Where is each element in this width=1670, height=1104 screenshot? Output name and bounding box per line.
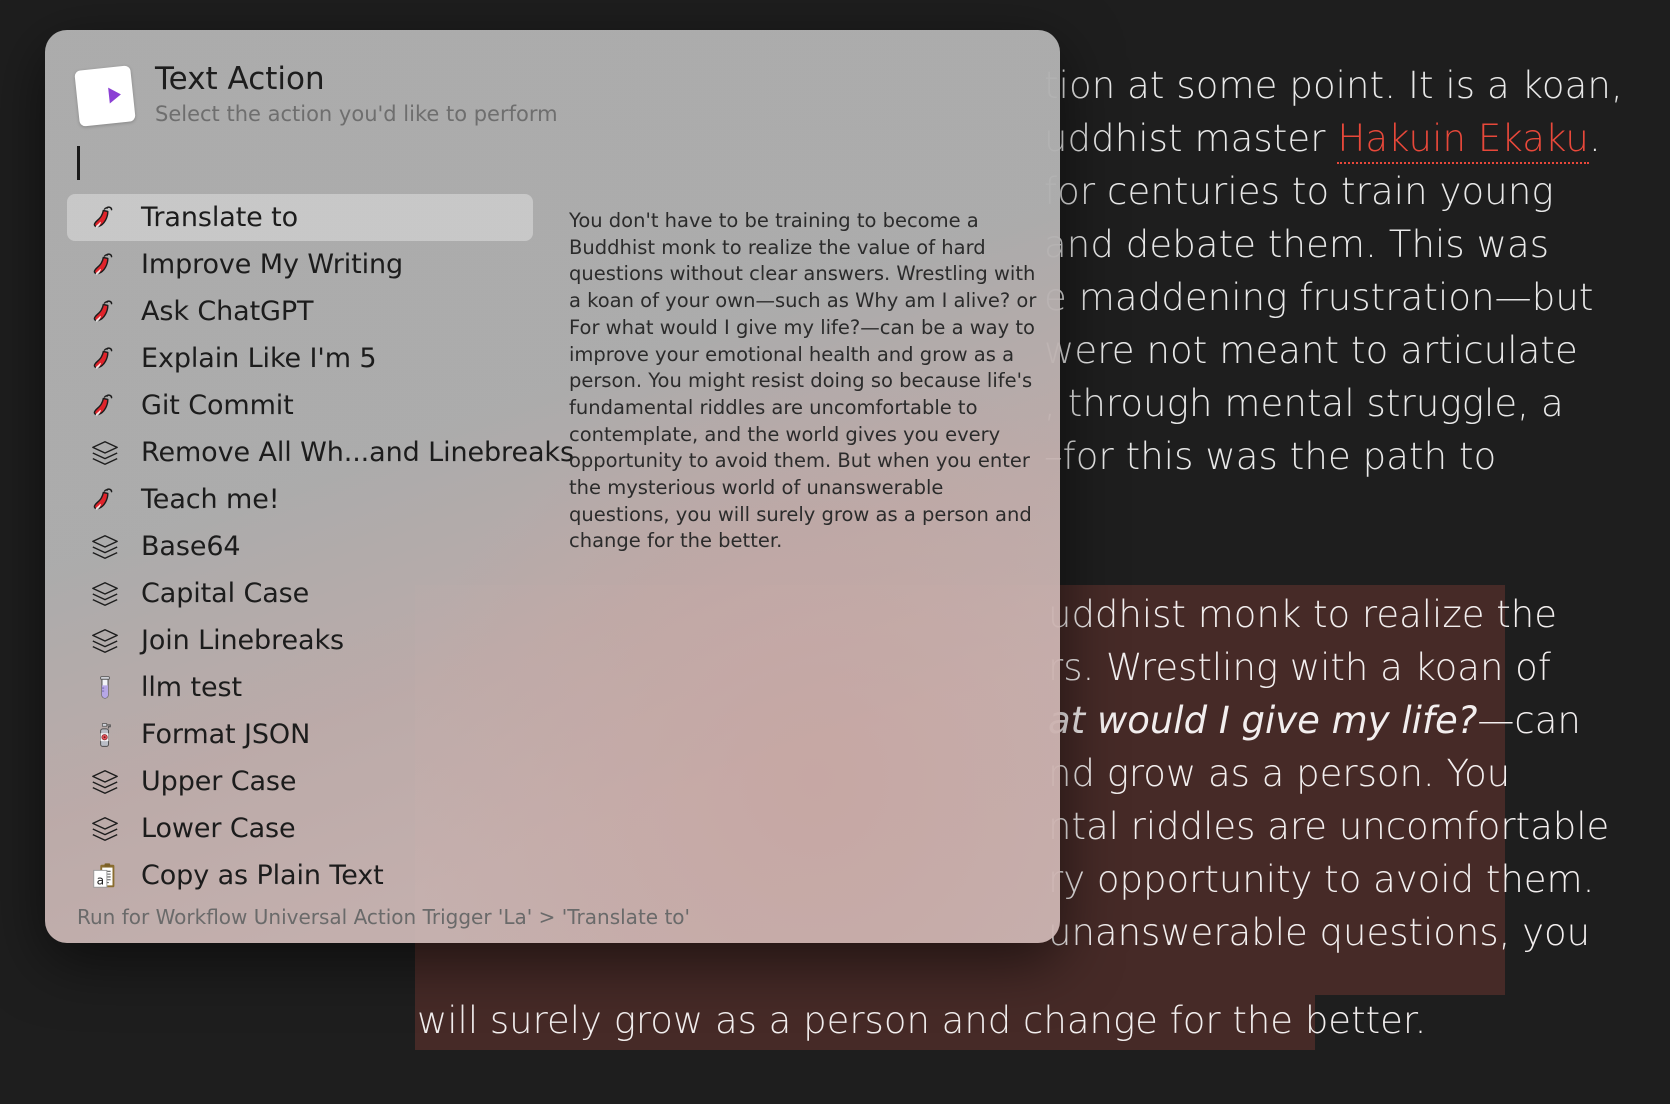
result-row[interactable]: Format JSON <box>67 711 533 758</box>
result-label: Join Linebreaks <box>141 625 344 656</box>
selected-line-tail: —can <box>1477 699 1581 742</box>
result-label: Copy as Plain Text <box>141 860 384 891</box>
result-row[interactable]: Ask ChatGPT <box>67 288 533 335</box>
layers-icon <box>89 437 121 469</box>
lotion-bottle-icon <box>89 719 121 751</box>
result-label: Explain Like I'm 5 <box>141 343 377 374</box>
document-line: tion at some point. It is a koan, <box>1044 64 1623 107</box>
document-line: e maddening frustration—but <box>1044 276 1594 319</box>
result-row[interactable]: Capital Case <box>67 570 533 617</box>
selected-line: uddhist monk to realize the <box>1048 593 1557 636</box>
selected-line-last: will surely grow as a person and change … <box>415 995 1426 1050</box>
result-label: Capital Case <box>141 578 310 609</box>
preview-pane: You don't have to be training to become … <box>555 194 1060 891</box>
result-row[interactable]: Upper Case <box>67 758 533 805</box>
chili-pepper-icon <box>89 343 121 375</box>
document-line: were not meant to articulate <box>1044 329 1578 372</box>
result-row[interactable]: llm test <box>67 664 533 711</box>
search-input[interactable] <box>45 132 1060 194</box>
chili-pepper-icon <box>89 484 121 516</box>
chili-pepper-icon <box>89 390 121 422</box>
selected-line-italic: at would I give my life? <box>1048 699 1478 742</box>
result-row[interactable]: Translate to <box>67 194 533 241</box>
selected-line: nd grow as a person. You <box>1048 752 1511 795</box>
page-title: Text Action <box>155 61 325 97</box>
result-label: Base64 <box>141 531 241 562</box>
chili-pepper-icon <box>89 202 121 234</box>
page-subtitle: Select the action you'd like to perform <box>155 101 558 126</box>
result-row[interactable]: Git Commit <box>67 382 533 429</box>
spellcheck-error-word: Hakuin Ekaku <box>1337 117 1589 164</box>
document-line-tail: . <box>1588 117 1601 160</box>
layers-icon <box>89 625 121 657</box>
layers-icon <box>89 531 121 563</box>
document-line: and debate them. This was <box>1044 223 1550 266</box>
document-line: for centuries to train young <box>1044 170 1554 213</box>
result-label: Lower Case <box>141 813 296 844</box>
document-line: , through mental struggle, a <box>1044 382 1564 425</box>
result-row[interactable]: Join Linebreaks <box>67 617 533 664</box>
result-label: Teach me! <box>141 484 280 515</box>
result-label: Git Commit <box>141 390 294 421</box>
result-row[interactable]: Teach me! <box>67 476 533 523</box>
document-line: –for this was the path to <box>1044 435 1497 478</box>
status-footer: Run for Workflow Universal Action Trigge… <box>77 905 691 929</box>
chili-pepper-icon <box>89 296 121 328</box>
text-action-panel: Text Action Select the action you'd like… <box>45 30 1060 943</box>
selected-line: ntal riddles are uncomfortable <box>1048 805 1610 848</box>
document-line-text: uddhist master <box>1044 117 1338 160</box>
document-line: uddhist master Hakuin Ekaku. <box>1044 117 1601 164</box>
text-caret <box>77 146 80 180</box>
svg-text:a: a <box>97 873 104 887</box>
panel-body: Translate to Improve My Writing Ask ChatGP… <box>45 194 1060 891</box>
clipboard-text-icon: a <box>89 860 121 892</box>
result-label: Remove All Wh...and Linebreaks <box>141 437 574 468</box>
result-row[interactable]: Lower Case <box>67 805 533 852</box>
layers-icon <box>89 578 121 610</box>
results-list: Translate to Improve My Writing Ask ChatGP… <box>45 194 574 892</box>
arrow-right-document-icon <box>74 65 136 127</box>
test-tube-icon <box>89 672 121 704</box>
result-label: Ask ChatGPT <box>141 296 314 327</box>
result-row[interactable]: Explain Like I'm 5 <box>67 335 533 382</box>
preview-text: You don't have to be training to become … <box>569 209 1037 553</box>
layers-icon <box>89 813 121 845</box>
panel-header: Text Action Select the action you'd like… <box>45 30 1060 132</box>
result-label: Upper Case <box>141 766 297 797</box>
selected-line: at would I give my life?—can <box>1048 699 1581 742</box>
result-label: Format JSON <box>141 719 311 750</box>
result-label: llm test <box>141 672 242 703</box>
chili-pepper-icon <box>89 249 121 281</box>
selected-line: rs. Wrestling with a koan of <box>1048 646 1551 689</box>
result-row[interactable]: Improve My Writing <box>67 241 533 288</box>
result-row[interactable]: Base64 <box>67 523 533 570</box>
layers-icon <box>89 766 121 798</box>
result-label: Improve My Writing <box>141 249 404 280</box>
selected-line: ry opportunity to avoid them. <box>1048 858 1595 901</box>
selected-line: unanswerable questions, you <box>1048 911 1591 954</box>
panel-title-group: Text Action Select the action you'd like… <box>155 61 558 126</box>
result-row[interactable]: Remove All Wh...and Linebreaks <box>67 429 574 476</box>
result-label: Translate to <box>141 202 299 233</box>
